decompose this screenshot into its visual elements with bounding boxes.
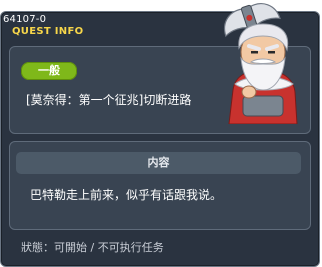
content-section-header: 内容 — [16, 152, 301, 174]
quest-id-label: 64107-0 — [3, 14, 47, 25]
quest-description: 巴特勒走上前来，似乎有话跟我说。 — [30, 188, 223, 202]
quest-name: [莫奈得：第一个征兆]切断进路 — [26, 93, 192, 107]
quest-category-badge: 一般 — [21, 62, 77, 80]
quest-status: 狀態：可開始 / 不可执行任务 — [21, 241, 164, 254]
npc-old-warrior-portrait-icon — [224, 3, 298, 124]
window-title: QUEST INFO — [12, 26, 84, 37]
